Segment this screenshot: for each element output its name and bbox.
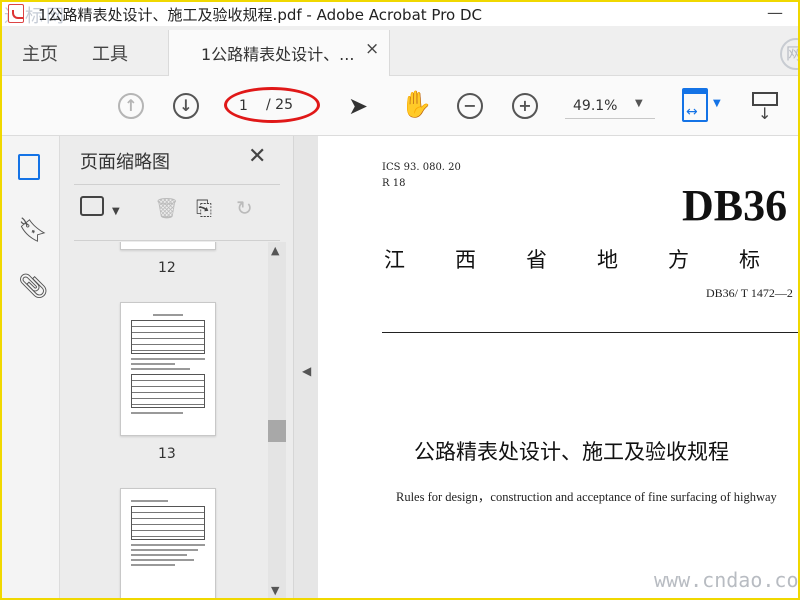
watermark-top-right: 网	[780, 38, 798, 70]
document-page[interactable]: ICS 93. 080. 20 R 18 DB36 江西省地方标 DB36/ T…	[318, 136, 798, 598]
document-tab[interactable]: 1公路精表处设计、... ×	[168, 30, 390, 77]
thumbnail-options-icon[interactable]	[80, 196, 104, 221]
standard-code: DB36	[682, 181, 788, 230]
thumbnail-label: 13	[158, 446, 176, 462]
thumbnail-label: 12	[158, 260, 176, 276]
scroll-down-icon[interactable]: ▼	[271, 584, 279, 597]
tab-bar: 主页 工具 1公路精表处设计、... × 网	[2, 26, 798, 77]
zoom-in-icon[interactable]: +	[512, 93, 538, 119]
panel-divider	[74, 184, 280, 185]
trash-icon[interactable]: 🗑︎	[154, 196, 179, 220]
watermark-bottom-right: www.cndao.com	[654, 568, 798, 592]
standard-number: DB36/ T 1472—2	[706, 286, 793, 300]
page-total: / 25	[266, 97, 293, 113]
chevron-down-icon[interactable]: ▼	[635, 98, 643, 109]
next-page-icon[interactable]: ↓	[173, 93, 199, 119]
close-tab-icon[interactable]: ×	[365, 39, 379, 59]
panel-title: 页面缩略图	[80, 152, 170, 173]
thumbnail-page-12[interactable]	[120, 242, 216, 250]
document-title-en: Rules for design，construction and accept…	[396, 490, 777, 504]
fit-page-icon[interactable]	[682, 88, 708, 122]
zoom-out-icon[interactable]: −	[457, 93, 483, 119]
thumbnails-icon[interactable]	[18, 154, 40, 180]
acrobat-app-icon	[8, 4, 24, 23]
document-title-cn: 公路精表处设计、施工及验收规程	[414, 440, 729, 464]
panel-divider	[74, 240, 280, 241]
paperclip-icon[interactable]: 📎︎	[18, 272, 48, 300]
document-tab-label: 1公路精表处设计、...	[201, 45, 355, 64]
left-rail: 🔖︎ 📎︎	[2, 136, 60, 598]
scrollbar-thumb[interactable]	[268, 420, 286, 442]
r-code: R 18	[382, 178, 406, 189]
bookmark-icon[interactable]: 🔖︎	[18, 216, 48, 244]
thumbnail-list: 12 13	[60, 242, 268, 598]
close-panel-icon[interactable]: ✕	[248, 144, 266, 169]
page-number-input[interactable]	[227, 94, 263, 118]
prev-page-icon[interactable]: ↑	[118, 93, 144, 119]
fit-chevron-down-icon[interactable]: ▼	[713, 98, 721, 109]
select-arrow-icon[interactable]: ➤	[348, 92, 368, 120]
thumbnail-scrollbar[interactable]: ▲ ▼	[268, 242, 286, 598]
ics-code: ICS 93. 080. 20	[382, 162, 461, 173]
scroll-mode-arrow-icon: ↓	[758, 104, 772, 123]
tab-tools[interactable]: 工具	[92, 40, 128, 66]
thumbnail-page-13[interactable]	[120, 302, 216, 436]
thumbnail-page-14[interactable]	[120, 488, 216, 598]
window-title: 1公路精表处设计、施工及验收规程.pdf - Adobe Acrobat Pro…	[38, 6, 483, 24]
header-rule	[382, 332, 798, 333]
thumbnail-panel: 页面缩略图 ✕ ▼ 🗑︎ ⎘ ↻ 12 13 ▲ ▼	[60, 136, 294, 598]
minimize-button[interactable]: —	[762, 4, 788, 22]
panel-collapse-strip[interactable]: ◀	[294, 136, 318, 598]
options-chevron-down-icon[interactable]: ▼	[112, 206, 120, 217]
toolbar: ↑ ↓ / 25 ➤ ✋ − + ▼ ▼ ↓	[2, 76, 798, 136]
scroll-up-icon[interactable]: ▲	[271, 244, 279, 257]
title-bar: 道标网 1公路精表处设计、施工及验收规程.pdf - Adobe Acrobat…	[2, 2, 798, 27]
hand-icon[interactable]: ✋	[400, 90, 432, 120]
tab-home[interactable]: 主页	[22, 40, 58, 66]
province-standard-header: 江西省地方标	[384, 248, 798, 272]
collapse-left-icon[interactable]: ◀	[302, 364, 311, 378]
extract-icon[interactable]: ⎘	[196, 196, 212, 220]
acrobat-window: 道标网 1公路精表处设计、施工及验收规程.pdf - Adobe Acrobat…	[2, 2, 798, 598]
rotate-icon[interactable]: ↻	[236, 196, 253, 220]
